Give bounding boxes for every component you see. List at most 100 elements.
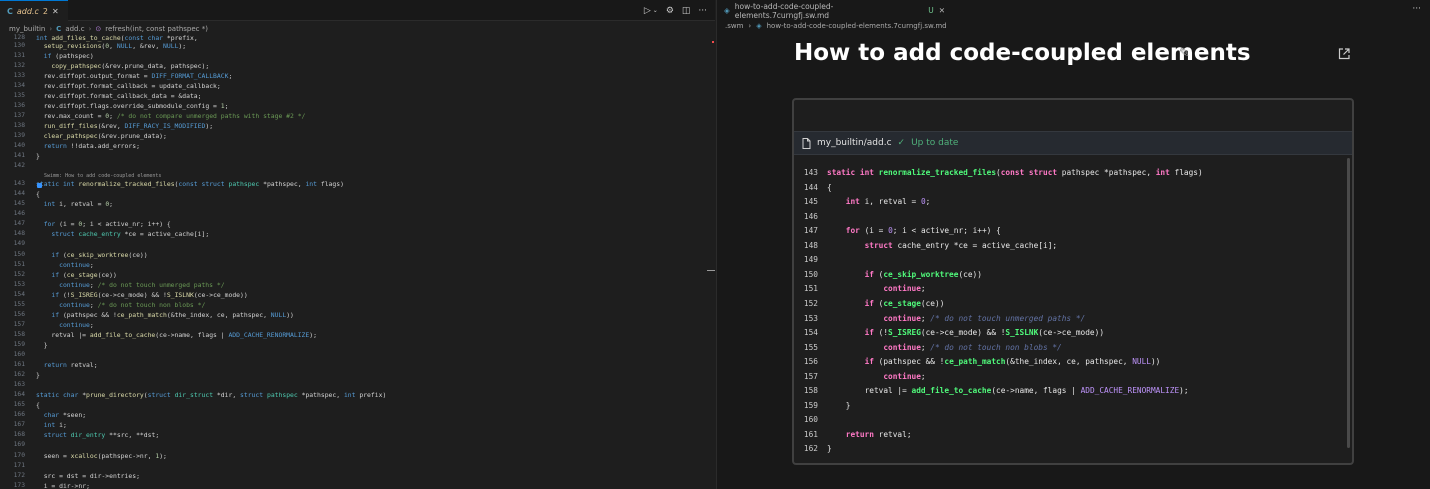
- line-number: 156: [13, 310, 25, 318]
- snippet-code-line: if (ce_skip_worktree(ce)): [864, 269, 982, 279]
- snippet-line-number: 144: [803, 182, 818, 192]
- code-line: struct cache_entry *ce = active_cache[i]…: [51, 230, 210, 239]
- code-line: continue;: [59, 260, 94, 269]
- code-line: }: [36, 371, 40, 380]
- code-line: {: [36, 190, 40, 199]
- file-icon: [802, 137, 811, 149]
- tab-filename: how-to-add-code-coupled-elements.7curngf…: [734, 1, 834, 20]
- open-external-icon[interactable]: [1337, 47, 1351, 61]
- function-icon: ⊙: [95, 24, 102, 33]
- snippet-code-line: static int renormalize_tracked_files(con…: [827, 168, 1203, 177]
- snippet-line-number: 152: [803, 298, 818, 308]
- snippet-line-number: 155: [803, 342, 818, 352]
- tab-add-c[interactable]: C add.c 2 ✕: [0, 0, 68, 21]
- line-number: 150: [13, 250, 25, 258]
- snippet-line-number: 145: [803, 197, 818, 207]
- code-line: return !!data.add_errors;: [43, 142, 140, 150]
- line-number: 157: [13, 320, 25, 328]
- c-file-icon: C: [56, 24, 62, 33]
- chevron-down-icon[interactable]: ⌄: [653, 7, 658, 14]
- c-file-icon: C: [7, 6, 13, 16]
- snippet-line-number: 162: [803, 444, 818, 454]
- split-editor-icon[interactable]: ◫: [682, 6, 691, 16]
- code-line: setup_revisions(0, NULL, &rev, NULL);: [43, 41, 187, 50]
- line-number: 168: [13, 431, 25, 439]
- snippet-scrollbar[interactable]: [1347, 158, 1350, 448]
- code-line: rev.max_count = 0; /* do not compare unm…: [43, 111, 306, 120]
- code-line: continue; /* do not touch unmerged paths…: [59, 280, 225, 289]
- snippet-line-number: 146: [803, 211, 818, 221]
- snippet-line-number: 149: [803, 255, 818, 265]
- code-line: rev.diffopt.flags.override_submodule_con…: [43, 101, 229, 110]
- snippet-header: my_builtin/add.c ✓ Up to date: [794, 131, 1352, 155]
- line-number: 144: [13, 190, 25, 198]
- snippet-code-line: }: [827, 400, 851, 410]
- breadcrumb-folder[interactable]: my_builtin: [9, 25, 45, 33]
- more-icon[interactable]: ···: [1412, 4, 1421, 14]
- run-icon[interactable]: ▷: [644, 6, 651, 16]
- chevron-right-icon: ›: [88, 24, 92, 33]
- breadcrumb-file[interactable]: how-to-add-code-coupled-elements.7curngf…: [767, 22, 947, 30]
- snippet-code-line: struct cache_entry *ce = active_cache[i]…: [864, 240, 1058, 250]
- code-line: return retval;: [43, 361, 98, 370]
- swimm-marker-icon[interactable]: [37, 183, 42, 188]
- snippet-line-number: 150: [803, 269, 818, 279]
- snippet-line-number: 153: [803, 313, 818, 323]
- code-line: if (pathspec && !ce_path_match(&the_inde…: [51, 310, 294, 319]
- line-number: 153: [13, 280, 25, 288]
- snippet-line-number: 157: [803, 371, 818, 381]
- code-line: int i, retval = 0;: [43, 200, 114, 209]
- snippet-line-number: 160: [803, 415, 818, 425]
- error-marker: [712, 41, 714, 43]
- left-tab-bar: C add.c 2 ✕ ▷ ⌄ ⚙ ◫ ···: [0, 0, 715, 21]
- chevron-right-icon: ›: [49, 24, 53, 33]
- codelens-swimm[interactable]: Swimm: How to add code-coupled elements: [44, 173, 161, 179]
- tab-swimm-doc[interactable]: ◈ how-to-add-code-coupled-elements.7curn…: [717, 0, 945, 21]
- problems-badge: 2: [42, 6, 48, 16]
- snippet-code-line: if (pathspec && !ce_path_match(&the_inde…: [864, 357, 1161, 367]
- code-line: for (i = 0; i < active_nr; i++) {: [43, 220, 171, 229]
- line-number: 137: [13, 111, 25, 119]
- code-snippet-card[interactable]: my_builtin/add.c ✓ Up to date 143 static …: [792, 98, 1354, 465]
- snippet-code-line: continue;: [883, 284, 926, 294]
- snippet-code-line: int i, retval = 0;: [845, 197, 931, 207]
- code-line: copy_pathspec(&rev.prune_data, pathspec)…: [51, 61, 210, 70]
- breadcrumb-file[interactable]: add.c: [65, 25, 84, 33]
- line-number: 154: [13, 290, 25, 298]
- line-number: 163: [13, 381, 25, 389]
- close-icon[interactable]: ✕: [52, 7, 59, 16]
- breadcrumb-folder[interactable]: .swm: [725, 22, 743, 30]
- line-number: 145: [13, 200, 25, 208]
- snippet-code-line: for (i = 0; i < active_nr; i++) {: [845, 226, 1001, 236]
- line-number: 141: [13, 152, 25, 160]
- code-line: {: [36, 401, 40, 410]
- snippet-status: Up to date: [911, 138, 959, 148]
- gear-icon[interactable]: ⚙: [666, 6, 674, 16]
- untracked-badge: U: [928, 6, 934, 15]
- snippet-code-line: continue; /* do not touch unmerged paths…: [883, 313, 1086, 323]
- line-number: 131: [13, 51, 25, 59]
- snippet-code-line: continue; /* do not touch non blobs */: [883, 342, 1062, 352]
- check-icon: ✓: [897, 138, 906, 148]
- sash-handle[interactable]: [707, 270, 715, 271]
- line-number: 136: [13, 101, 25, 109]
- code-line: i = dir->nr;: [43, 481, 90, 489]
- line-number: 169: [13, 441, 25, 449]
- code-line: rev.diffopt.format_callback = update_cal…: [43, 81, 221, 90]
- close-icon[interactable]: ✕: [939, 6, 945, 15]
- code-line: retval |= add_file_to_cache(ce->name, fl…: [51, 330, 317, 339]
- breadcrumb: .swm › ◈ how-to-add-code-coupled-element…: [725, 22, 947, 30]
- code-line: if (ce_skip_worktree(ce)): [51, 250, 148, 259]
- snippet-file-path[interactable]: my_builtin/add.c: [817, 138, 892, 148]
- snippet-line-number: 161: [803, 429, 818, 439]
- line-number: 164: [13, 391, 25, 399]
- code-line: rev.diffopt.format_callback_data = &data…: [43, 91, 202, 100]
- snippet-code-line: return retval;: [845, 429, 912, 439]
- more-icon[interactable]: ···: [698, 6, 707, 16]
- breadcrumb-symbol[interactable]: refresh(int, const pathspec *): [105, 25, 208, 33]
- right-editor-pane: ◈ how-to-add-code-coupled-elements.7curn…: [716, 0, 1430, 489]
- line-number: 161: [13, 361, 25, 369]
- line-number: 160: [13, 351, 25, 358]
- snippet-code-line: retval |= add_file_to_cache(ce->name, fl…: [864, 386, 1189, 396]
- edit-pencil-icon[interactable]: ✎: [1179, 46, 1190, 61]
